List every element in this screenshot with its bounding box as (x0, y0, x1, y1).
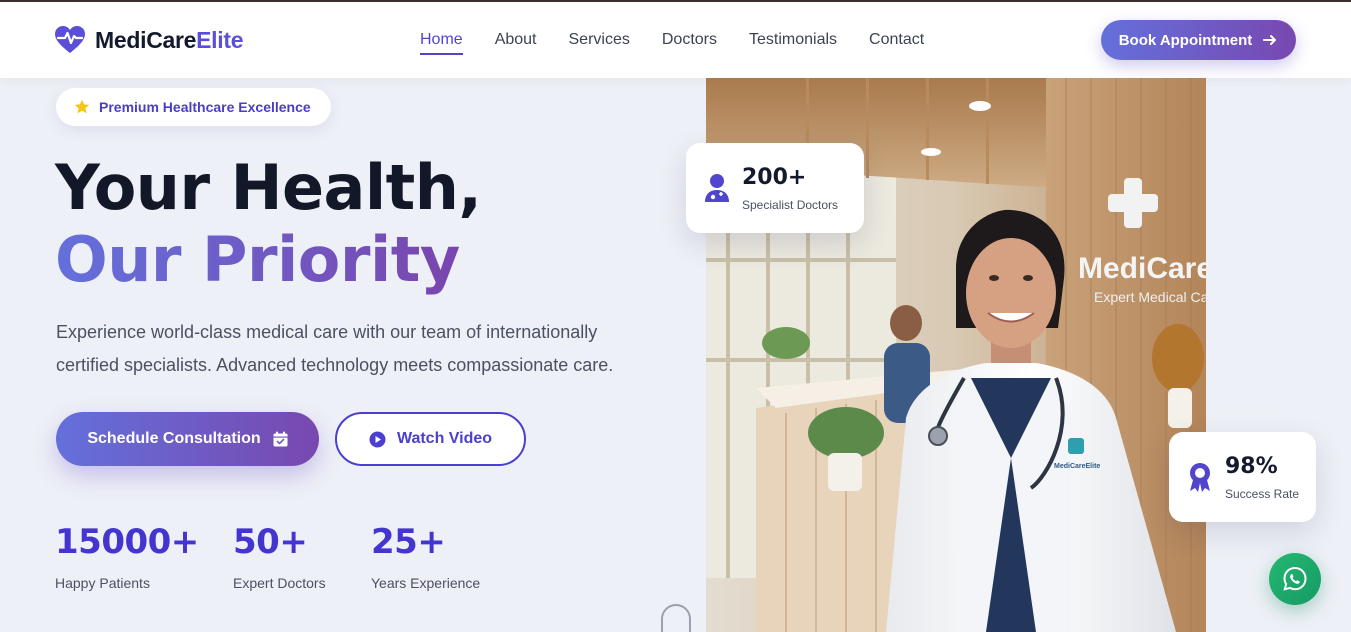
wall-tagline-text: Expert Medical Care (1094, 289, 1206, 305)
card-label: Specialist Doctors (742, 197, 839, 212)
logo-accent: Elite (196, 26, 244, 53)
card-value: 200+ (742, 164, 807, 190)
specialist-doctors-card: 200+ Specialist Doctors (686, 143, 864, 233)
stat-value: 50+ (233, 522, 308, 562)
wall-brand-text: MediCareElite (1078, 252, 1206, 285)
stat-label: Years Experience (371, 575, 481, 591)
site-header: MediCareElite Home About Services Doctor… (0, 2, 1351, 78)
nav-about[interactable]: About (495, 31, 537, 53)
main-nav: Home About Services Doctors Testimonials… (420, 31, 956, 55)
logo-text: MediCareElite (95, 26, 244, 54)
stat-label: Happy Patients (55, 575, 150, 591)
nav-doctors[interactable]: Doctors (662, 31, 717, 53)
scroll-indicator[interactable] (661, 604, 691, 632)
star-icon (74, 99, 90, 114)
stat-label: Expert Doctors (233, 575, 326, 591)
arrow-right-icon (1263, 35, 1277, 45)
hero-badge: Premium Healthcare Excellence (56, 88, 331, 126)
hero-description: Experience world-class medical care with… (56, 322, 614, 375)
whatsapp-icon (1283, 566, 1307, 591)
book-appointment-label: Book Appointment (1118, 31, 1253, 49)
hero-title-line2: Our Priority (55, 223, 460, 296)
watch-video-label: Watch Video (396, 430, 493, 447)
doctor-icon (705, 174, 729, 202)
logo-main: MediCare (95, 26, 197, 53)
schedule-consultation-button[interactable]: Schedule Consultation (56, 412, 319, 466)
stat-happy-patients: 15000+ Happy Patients (55, 522, 199, 591)
play-circle-icon (369, 431, 386, 447)
coat-brand-text: MediCareElite (1054, 463, 1100, 470)
hero-title-line1: Your Health, (55, 151, 482, 224)
schedule-consultation-label: Schedule Consultation (87, 430, 261, 447)
nav-contact[interactable]: Contact (869, 31, 924, 53)
hero-badge-text: Premium Healthcare Excellence (99, 99, 311, 115)
whatsapp-chat-button[interactable] (1269, 553, 1321, 605)
calendar-check-icon (273, 431, 288, 447)
nav-testimonials[interactable]: Testimonials (749, 31, 837, 53)
stat-years-experience: 25+ Years Experience (371, 522, 480, 591)
watch-video-button[interactable]: Watch Video (335, 412, 526, 466)
card-label: Success Rate (1225, 486, 1300, 501)
nav-services[interactable]: Services (569, 31, 630, 53)
award-icon (1190, 463, 1210, 492)
nav-home[interactable]: Home (420, 31, 463, 55)
logo[interactable]: MediCareElite (55, 26, 244, 54)
book-appointment-button[interactable]: Book Appointment (1101, 20, 1296, 60)
card-value: 98% (1225, 453, 1278, 479)
stat-expert-doctors: 50+ Expert Doctors (233, 522, 326, 591)
stat-value: 25+ (371, 522, 446, 562)
success-rate-card: 98% Success Rate (1169, 432, 1316, 522)
stat-value: 15000+ (55, 522, 199, 562)
heart-pulse-icon (55, 26, 85, 53)
